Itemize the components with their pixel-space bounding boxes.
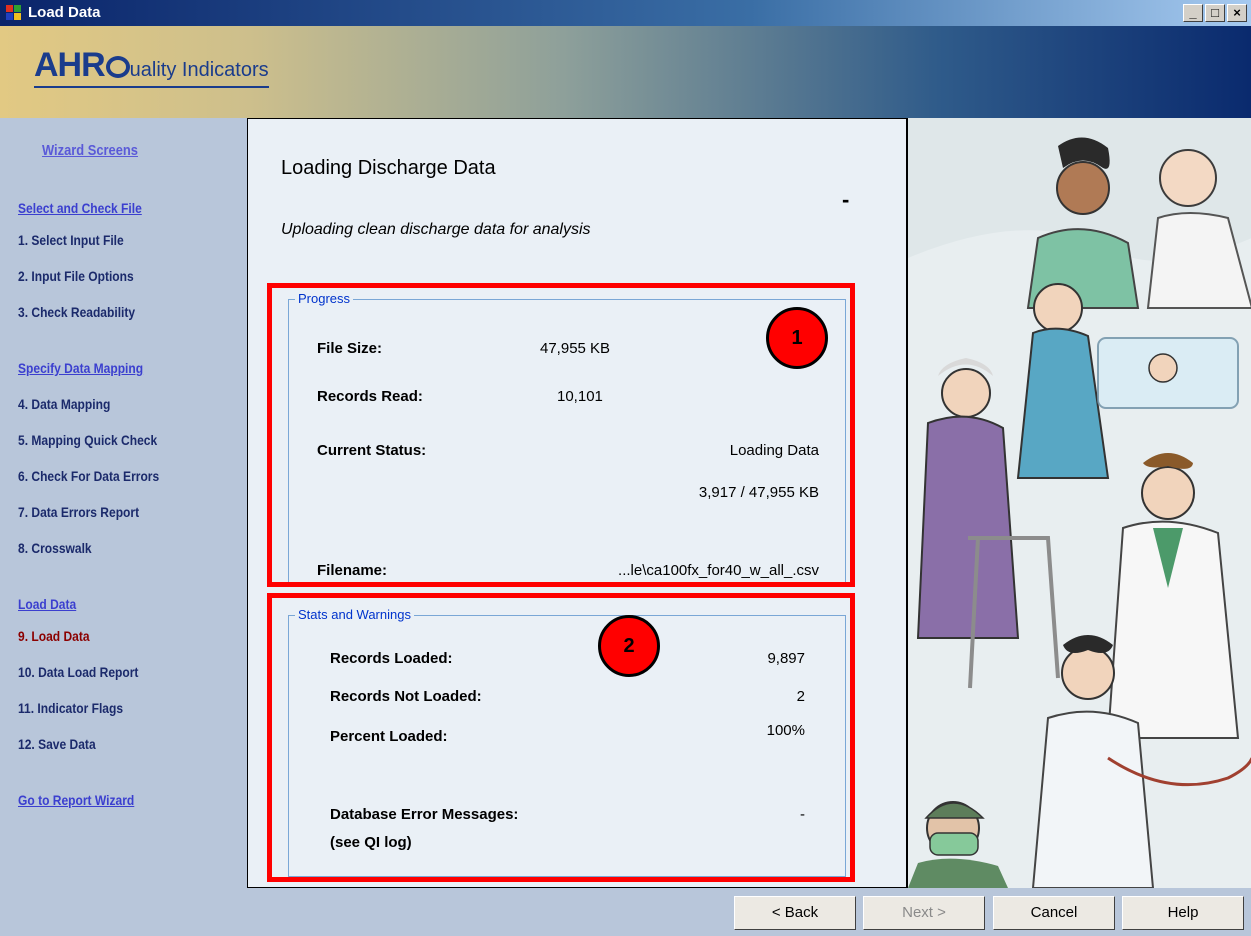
sidebar-item-load-data-section[interactable]: Load Data <box>18 596 76 612</box>
sidebar-item-save-data[interactable]: 12. Save Data <box>18 736 96 752</box>
illustration-image <box>908 118 1251 888</box>
app-icon <box>6 5 22 21</box>
help-button[interactable]: Help <box>1122 896 1244 930</box>
healthcare-illustration <box>907 118 1251 888</box>
page-subtitle: Uploading clean discharge data for analy… <box>281 221 591 238</box>
title-bar: Load Data _ □ × <box>0 0 1251 26</box>
sidebar-item-check-for-data-errors[interactable]: 6. Check For Data Errors <box>18 468 159 484</box>
callout-badge-2: 2 <box>598 615 660 677</box>
sidebar-item-data-mapping[interactable]: 4. Data Mapping <box>18 396 110 412</box>
sidebar-item-select-input-file[interactable]: 1. Select Input File <box>18 232 124 248</box>
sidebar-item-crosswalk[interactable]: 8. Crosswalk <box>18 540 92 556</box>
sidebar-item-go-to-report-wizard[interactable]: Go to Report Wizard <box>18 792 134 808</box>
logo-text-big: AHR <box>34 46 106 84</box>
sidebar-item-select-and-check-file[interactable]: Select and Check File <box>18 200 142 216</box>
page-title: Loading Discharge Data <box>281 157 496 179</box>
logo-text-small: uality Indicators <box>129 59 269 81</box>
callout-badge-1: 1 <box>766 307 828 369</box>
cancel-button[interactable]: Cancel <box>993 896 1115 930</box>
logo-q-icon <box>105 56 130 78</box>
next-button[interactable]: Next > <box>863 896 985 930</box>
banner: AHR uality Indicators <box>0 26 1251 118</box>
sidebar-item-data-load-report[interactable]: 10. Data Load Report <box>18 664 138 680</box>
maximize-button[interactable]: □ <box>1205 4 1225 22</box>
sidebar-item-check-readability[interactable]: 3. Check Readability <box>18 304 135 320</box>
wizard-sidebar: Wizard Screens Select and Check File 1. … <box>0 118 247 936</box>
sidebar-item-load-data[interactable]: 9. Load Data <box>18 628 90 644</box>
sidebar-item-indicator-flags[interactable]: 11. Indicator Flags <box>18 700 123 716</box>
window-title: Load Data <box>28 4 101 21</box>
sidebar-heading[interactable]: Wizard Screens <box>42 142 138 159</box>
sidebar-item-specify-data-mapping[interactable]: Specify Data Mapping <box>18 360 143 376</box>
minimize-button[interactable]: _ <box>1183 4 1203 22</box>
sidebar-item-input-file-options[interactable]: 2. Input File Options <box>18 268 134 284</box>
status-dash: - <box>842 187 850 212</box>
sidebar-item-mapping-quick-check[interactable]: 5. Mapping Quick Check <box>18 432 157 448</box>
sidebar-item-data-errors-report[interactable]: 7. Data Errors Report <box>18 504 139 520</box>
close-button[interactable]: × <box>1227 4 1247 22</box>
back-button[interactable]: < Back <box>734 896 856 930</box>
highlight-box-2 <box>267 593 855 882</box>
ahrq-logo: AHR uality Indicators <box>34 46 269 88</box>
load-data-window: Load Data _ □ × AHR uality Indicators Wiz… <box>0 0 1251 936</box>
